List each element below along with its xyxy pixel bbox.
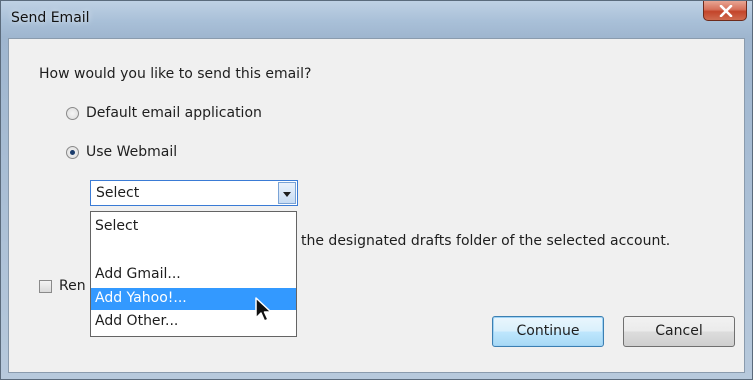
prompt-label: How would you like to send this email? <box>39 66 312 82</box>
radio-default-email-label: Default email application <box>86 105 262 121</box>
radio-use-webmail-indicator[interactable] <box>66 145 79 159</box>
cancel-button[interactable]: Cancel <box>623 316 735 347</box>
radio-use-webmail-label: Use Webmail <box>86 144 178 160</box>
radio-default-email[interactable]: Default email application <box>66 105 262 121</box>
remember-checkbox-label: Ren <box>59 278 86 294</box>
close-icon <box>719 5 733 17</box>
remember-checkbox-row[interactable]: Ren <box>39 278 86 294</box>
title-bar[interactable]: Send Email <box>1 1 752 38</box>
mouse-cursor-icon <box>255 297 272 322</box>
dialog-title: Send Email <box>11 10 90 26</box>
dialog-body: How would you like to send this email? D… <box>8 38 745 373</box>
continue-button[interactable]: Continue <box>492 316 604 347</box>
radio-use-webmail[interactable]: Use Webmail <box>66 144 177 160</box>
drafts-folder-note: the designated drafts folder of the sele… <box>301 233 671 249</box>
dropdown-option-select[interactable]: Select <box>91 216 296 238</box>
dropdown-option-add-gmail[interactable]: Add Gmail... <box>91 264 296 286</box>
chevron-down-icon[interactable] <box>278 182 296 204</box>
radio-default-email-indicator[interactable] <box>66 106 79 120</box>
webmail-account-select[interactable]: Select <box>90 180 298 206</box>
remember-checkbox[interactable] <box>39 279 52 293</box>
close-button[interactable] <box>703 1 747 21</box>
select-value: Select <box>96 185 140 201</box>
send-email-dialog: Send Email How would you like to send th… <box>0 0 753 380</box>
